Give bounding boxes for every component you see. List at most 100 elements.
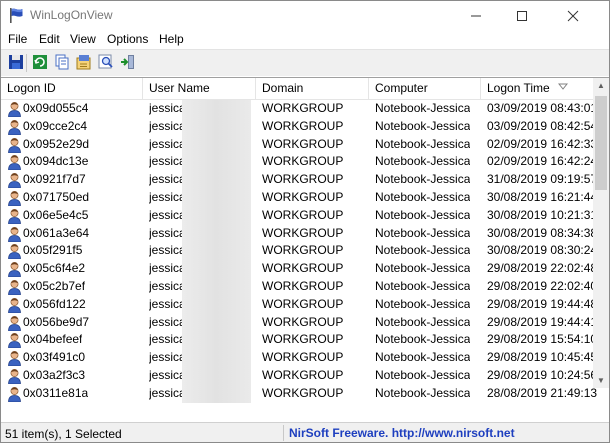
menu-view[interactable]: View (70, 32, 96, 46)
redaction-blur (182, 278, 251, 296)
cell-logon-id: 0x0921f7d7 (23, 172, 86, 187)
cell-domain: WORKGROUP (262, 350, 344, 365)
redaction-blur (182, 313, 251, 332)
status-separator (283, 425, 284, 441)
table-row[interactable]: 0x0921f7d7 jessica. WORKGROUP Notebook-Jess… (1, 171, 597, 189)
exit-button[interactable] (119, 53, 138, 72)
table-row[interactable]: 0x0311e81a jessica. WORKGROUP Notebook-Jess… (1, 384, 597, 403)
cell-logon-time: 29/08/2019 22:02:40 (487, 279, 598, 293)
column-header-logon-time[interactable]: Logon Time (481, 78, 593, 100)
cell-domain: WORKGROUP (262, 207, 344, 222)
vertical-scroll-thumb[interactable] (595, 96, 607, 190)
user-icon (8, 208, 21, 224)
title-bar[interactable]: WinLogOnView (1, 1, 609, 30)
redaction-blur (182, 189, 251, 207)
close-icon (567, 10, 579, 22)
redaction-blur (182, 242, 251, 261)
cell-logon-id: 0x05f291f5 (23, 243, 83, 258)
menu-options[interactable]: Options (107, 32, 148, 46)
cell-computer: Notebook-Jessica (375, 261, 471, 276)
table-row[interactable]: 0x06e5e4c5 jessica. WORKGROUP Notebook-Jess… (1, 206, 597, 225)
status-bar: 51 item(s), 1 Selected NirSoft Freeware.… (1, 422, 609, 442)
table-row[interactable]: 0x05c6f4e2 jessica. WORKGROUP Notebook-Jess… (1, 260, 597, 278)
table-row[interactable]: 0x056fd122 jessica. WORKGROUP Notebook-Jess… (1, 295, 597, 314)
scroll-up-arrow-icon[interactable]: ▲ (597, 81, 605, 90)
cell-logon-id: 0x094dc13e (23, 154, 89, 169)
cell-domain: WORKGROUP (262, 332, 344, 347)
scroll-down-arrow-icon[interactable]: ▼ (597, 376, 605, 385)
cell-computer: Notebook-Jessica (375, 154, 471, 169)
table-row[interactable]: 0x071750ed jessica. WORKGROUP Notebook-Jess… (1, 189, 597, 207)
redaction-blur (182, 171, 251, 189)
cell-domain: WORKGROUP (262, 172, 344, 187)
cell-logon-time: 29/08/2019 10:45:45 (487, 350, 598, 365)
vertical-scrollbar[interactable]: ▲ ▼ (593, 78, 609, 388)
cell-logon-id: 0x09cce2c4 (23, 118, 88, 133)
cell-logon-id: 0x05c2b7ef (23, 279, 86, 293)
close-button[interactable] (545, 1, 609, 30)
column-header-domain[interactable]: Domain (256, 78, 369, 100)
properties-button[interactable] (75, 53, 94, 72)
table-row[interactable]: 0x03a2f3c3 jessica. WORKGROUP Notebook-Jess… (1, 367, 597, 385)
cell-domain: WORKGROUP (262, 314, 344, 329)
table-row[interactable]: 0x061a3e64 jessica. WORKGROUP Notebook-Jess… (1, 224, 597, 243)
redaction-blur (182, 117, 251, 136)
menu-file[interactable]: File (8, 32, 27, 46)
user-icon (8, 297, 21, 313)
table-row[interactable]: 0x09cce2c4 jessica. WORKGROUP Notebook-Jess… (1, 117, 597, 136)
redaction-blur (182, 349, 251, 367)
cell-computer: Notebook-Jessica (375, 101, 471, 115)
column-header-user-name[interactable]: User Name (143, 78, 256, 100)
cell-logon-id: 0x04befeef (23, 332, 83, 347)
redaction-blur (182, 260, 251, 278)
cell-logon-id: 0x09d055c4 (23, 101, 89, 115)
cell-computer: Notebook-Jessica (375, 385, 471, 400)
cell-logon-time: 02/09/2019 16:42:24 (487, 154, 598, 169)
cell-logon-id: 0x05c6f4e2 (23, 261, 86, 276)
user-icon (8, 119, 21, 135)
menu-help[interactable]: Help (159, 32, 184, 46)
find-icon (98, 54, 113, 69)
redaction-blur (182, 206, 251, 225)
column-header-computer[interactable]: Computer (369, 78, 481, 100)
minimize-button[interactable] (453, 1, 499, 30)
table-row[interactable]: 0x056be9d7 jessica. WORKGROUP Notebook-Jess… (1, 313, 597, 332)
minimize-icon (471, 15, 481, 17)
app-flag-icon (10, 8, 23, 23)
table-row[interactable]: 0x09d055c4 jessica. WORKGROUP Notebook-Jess… (1, 100, 597, 118)
redaction-blur (182, 135, 251, 154)
table-row[interactable]: 0x03f491c0 jessica. WORKGROUP Notebook-Jess… (1, 349, 597, 367)
cell-domain: WORKGROUP (262, 190, 344, 204)
menu-edit[interactable]: Edit (39, 32, 60, 46)
table-row[interactable]: 0x04befeef jessica. WORKGROUP Notebook-Jess… (1, 331, 597, 350)
cell-domain: WORKGROUP (262, 243, 344, 258)
cell-computer: Notebook-Jessica (375, 368, 471, 382)
refresh-button[interactable] (31, 53, 50, 72)
maximize-button[interactable] (499, 1, 545, 30)
user-icon (8, 315, 21, 331)
table-row[interactable]: 0x094dc13e jessica. WORKGROUP Notebook-Jess… (1, 153, 597, 172)
cell-logon-time: 29/08/2019 10:24:56 (487, 368, 598, 382)
cell-domain: WORKGROUP (262, 118, 344, 133)
cell-logon-id: 0x0311e81a (23, 385, 89, 400)
cell-domain: WORKGROUP (262, 261, 344, 276)
copy-button[interactable] (53, 53, 72, 72)
logon-list[interactable]: Logon ID User Name Domain Computer Logon… (1, 77, 609, 404)
maximize-icon (517, 11, 527, 21)
table-row[interactable]: 0x05c2b7ef jessica. WORKGROUP Notebook-Jess… (1, 278, 597, 296)
cell-computer: Notebook-Jessica (375, 118, 471, 133)
cell-logon-time: 30/08/2019 08:30:24 (487, 243, 598, 258)
column-header-logon-id[interactable]: Logon ID (1, 78, 143, 100)
toolbar (1, 49, 609, 76)
save-button[interactable] (7, 53, 26, 72)
nirsoft-link[interactable]: NirSoft Freeware. http://www.nirsoft.net (289, 426, 515, 440)
find-button[interactable] (97, 53, 116, 72)
exit-icon (121, 55, 134, 69)
table-row[interactable]: 0x0952e29d jessica. WORKGROUP Notebook-Jess… (1, 135, 597, 154)
cell-logon-id: 0x056be9d7 (23, 314, 90, 329)
user-icon (8, 102, 21, 117)
cell-domain: WORKGROUP (262, 279, 344, 293)
table-row[interactable]: 0x05f291f5 jessica. WORKGROUP Notebook-Jess… (1, 242, 597, 261)
redaction-blur (182, 153, 251, 172)
cell-logon-id: 0x03a2f3c3 (23, 368, 86, 382)
